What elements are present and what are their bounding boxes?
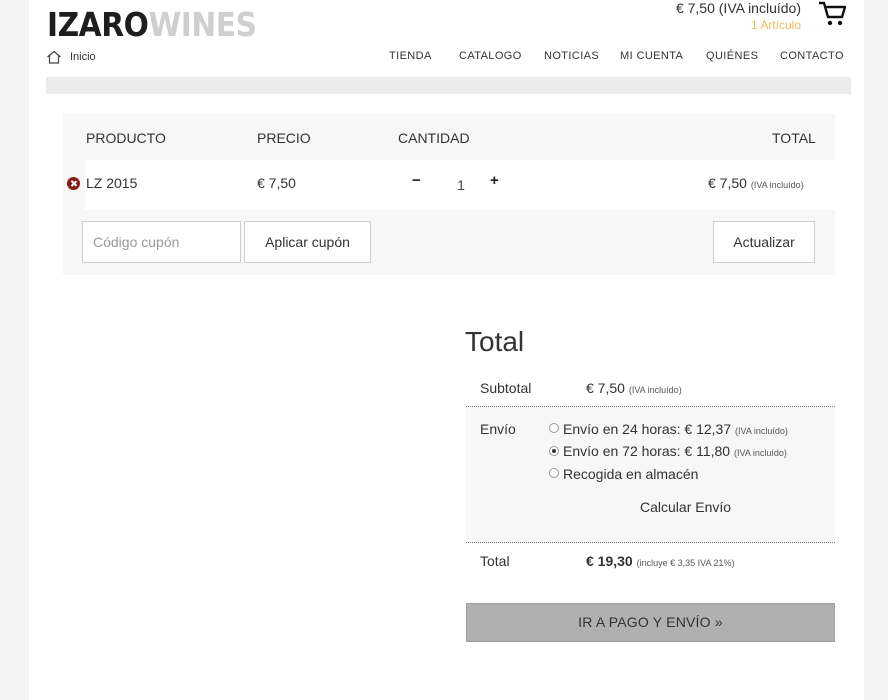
cart-item-total-value: € 7,50	[708, 175, 747, 191]
order-total-amount: € 19,30	[586, 553, 633, 569]
header-price: PRECIO	[257, 130, 311, 146]
order-total-value: € 19,30 (incluye € 3,35 IVA 21%)	[586, 553, 735, 569]
nav-quienes[interactable]: QUIÉNES	[706, 50, 758, 62]
nav-catalogo[interactable]: CATALOGO	[459, 50, 522, 62]
shipping-option-72h-label: Envío en 72 horas: € 11,80	[563, 443, 731, 459]
breadcrumb-home-label: Inicio	[70, 51, 96, 63]
order-total-label: Total	[480, 553, 510, 569]
header-product: PRODUCTO	[86, 130, 166, 146]
nav-mi-cuenta[interactable]: MI CUENTA	[620, 50, 683, 62]
checkout-button[interactable]: IR A PAGO Y ENVÍO »	[466, 603, 835, 642]
breadcrumb[interactable]: Inicio	[46, 50, 96, 64]
shipping-option-24h-note: (IVA incluído)	[735, 426, 788, 436]
shipping-option-pickup-radio[interactable]	[549, 468, 559, 478]
shipping-option-24h-radio[interactable]	[549, 423, 559, 433]
home-icon	[47, 50, 61, 64]
header-divider-bar	[46, 77, 851, 94]
cart-item-total: € 7,50 (IVA incluído)	[708, 175, 804, 191]
remove-item-icon[interactable]	[67, 177, 80, 190]
header-total: TOTAL	[772, 130, 816, 146]
header-quantity: CANTIDAD	[398, 130, 470, 146]
shipping-option-72h-radio[interactable]	[549, 446, 559, 456]
logo-wines: WINES	[148, 5, 257, 44]
subtotal-value: € 7,50 (IVA incluído)	[586, 380, 682, 396]
shipping-option-24h-label: Envío en 24 horas: € 12,37	[563, 421, 732, 437]
page-background	[29, 0, 864, 700]
order-total-note: (incluye € 3,35 IVA 21%)	[636, 558, 735, 568]
totals-divider-bottom	[466, 542, 835, 543]
subtotal-label: Subtotal	[480, 380, 532, 396]
quantity-decrease-button[interactable]: −	[412, 172, 421, 189]
logo-izaro: IZARO	[47, 5, 149, 44]
cart-item-price: € 7,50	[257, 175, 296, 191]
update-cart-button[interactable]: Actualizar	[713, 221, 815, 263]
shipping-option-pickup[interactable]: Recogida en almacén	[563, 466, 698, 482]
nav-tienda[interactable]: TIENDA	[389, 50, 432, 62]
quantity-increase-button[interactable]: +	[490, 172, 499, 189]
shipping-label: Envío	[480, 421, 516, 437]
calculate-shipping-link[interactable]: Calcular Envío	[640, 499, 731, 515]
shipping-option-24h[interactable]: Envío en 24 horas: € 12,37 (IVA incluído…	[563, 421, 788, 437]
nav-contacto[interactable]: CONTACTO	[780, 50, 844, 62]
header-cart-count[interactable]: 1 Artículo	[751, 18, 801, 32]
shipping-option-72h[interactable]: Envío en 72 horas: € 11,80 (IVA incluído…	[563, 443, 787, 459]
site-logo[interactable]: IZAROWINES	[47, 6, 257, 44]
cart-item-name[interactable]: LZ 2015	[86, 175, 137, 191]
quantity-value[interactable]: 1	[455, 177, 467, 193]
shipping-option-72h-note: (IVA incluído)	[733, 448, 787, 458]
subtotal-note: (IVA incluído)	[628, 385, 682, 395]
apply-coupon-button[interactable]: Aplicar cupón	[244, 221, 371, 263]
coupon-input[interactable]: Código cupón	[82, 221, 241, 263]
shopping-cart-icon[interactable]	[817, 0, 847, 28]
header-cart-total[interactable]: € 7,50 (IVA incluído)	[676, 0, 801, 16]
nav-noticias[interactable]: NOTICIAS	[544, 50, 599, 62]
subtotal-amount: € 7,50	[586, 380, 625, 396]
totals-title: Total	[465, 326, 525, 357]
cart-item-total-note: (IVA incluído)	[750, 180, 804, 190]
